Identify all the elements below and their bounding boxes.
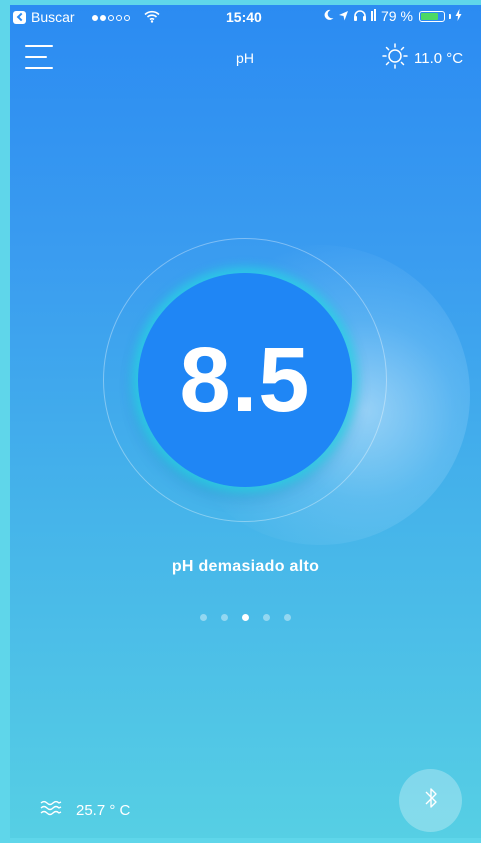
- battery-level: [420, 12, 438, 20]
- page-indicator[interactable]: [200, 614, 291, 621]
- back-to-app-label[interactable]: Buscar: [31, 9, 75, 25]
- outdoor-temperature: 11.0 °C: [414, 50, 464, 67]
- headphones-icon: [353, 8, 367, 24]
- location-arrow-icon: [338, 8, 349, 24]
- page-dot[interactable]: [221, 614, 228, 621]
- back-arrow-icon[interactable]: [13, 11, 26, 24]
- app-screen: Buscar 15:40 79 % pH 11.0 °C 8.5 pH dema…: [10, 5, 481, 838]
- battery-icon: [418, 10, 445, 22]
- status-time: 15:40: [226, 9, 262, 25]
- device-frame: Buscar 15:40 79 % pH 11.0 °C 8.5 pH dema…: [0, 0, 481, 843]
- outdoor-weather[interactable]: 11.0 °C: [382, 43, 463, 74]
- page-dot[interactable]: [263, 614, 270, 621]
- hamburger-menu-icon[interactable]: [25, 43, 55, 71]
- page-title: pH: [236, 50, 254, 66]
- page-dot[interactable]: [284, 614, 291, 621]
- ph-reading-circle[interactable]: 8.5: [138, 273, 352, 487]
- ph-value: 8.5: [179, 328, 311, 431]
- bluetooth-button[interactable]: [399, 769, 462, 832]
- ph-status-message: pH demasiado alto: [171, 558, 320, 575]
- page-dot[interactable]: [200, 614, 207, 621]
- page-dot[interactable]: [242, 614, 249, 621]
- moon-icon: [323, 8, 334, 24]
- water-temperature: 25.7 ° C: [40, 800, 130, 821]
- charging-bolt-icon: [455, 8, 462, 24]
- sun-icon: [382, 43, 408, 74]
- battery-percent: 79 %: [381, 8, 413, 24]
- water-waves-icon: [40, 800, 62, 821]
- signal-bars-icon: [371, 8, 377, 24]
- battery-tip: [448, 13, 451, 19]
- signal-strength-icon: [92, 15, 130, 21]
- status-indicators: 79 %: [323, 8, 462, 24]
- water-temperature-value: 25.7 ° C: [76, 802, 131, 819]
- bluetooth-icon: [424, 786, 438, 815]
- status-bar: Buscar 15:40 79 %: [10, 5, 481, 31]
- wifi-icon: [144, 10, 160, 26]
